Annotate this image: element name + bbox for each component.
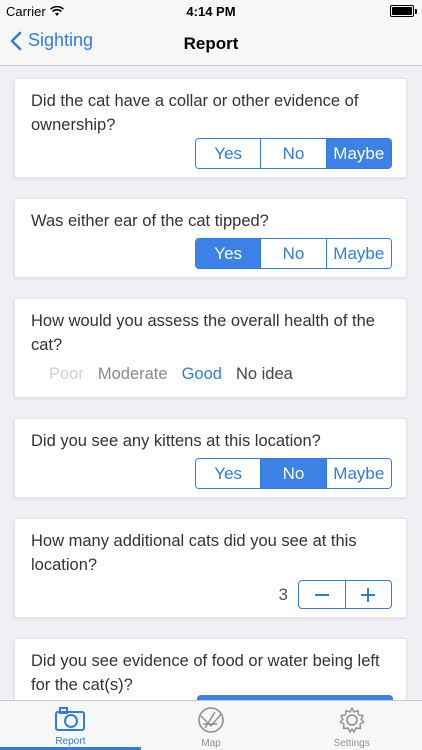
tab-label: Report (55, 736, 86, 747)
tab-settings[interactable]: Settings (281, 701, 422, 750)
segment-no[interactable]: No (261, 459, 327, 488)
camera-icon (55, 707, 86, 731)
segment-maybe[interactable]: Maybe (326, 459, 391, 488)
gear-icon (338, 707, 365, 733)
map-icon (198, 707, 224, 733)
tab-label: Map (201, 738, 221, 749)
tab-map[interactable]: Map (141, 701, 282, 750)
question-card-kittens: Did you see any kittens at this location… (14, 418, 407, 498)
segment-no[interactable]: No (261, 139, 327, 168)
collar-segmented-control[interactable]: Yes No Maybe (195, 138, 392, 169)
navigation-bar: Sighting Report (0, 22, 422, 66)
question-text: How many additional cats did you see at … (31, 532, 357, 574)
segment-maybe[interactable]: Maybe (326, 239, 391, 268)
report-form[interactable]: Did the cat have a collar or other evide… (0, 66, 422, 700)
question-card-additional-cats: How many additional cats did you see at … (14, 518, 407, 618)
decrement-button[interactable] (299, 581, 346, 608)
segment-no[interactable]: No (261, 239, 327, 268)
question-card-collar: Did the cat have a collar or other evide… (14, 78, 407, 178)
question-card-ear-tipped: Was either ear of the cat tipped? Yes No… (14, 198, 407, 278)
question-card-health: How would you assess the overall health … (14, 298, 407, 398)
increment-button[interactable] (346, 581, 392, 608)
additional-cats-stepper[interactable] (298, 580, 392, 609)
health-rating-selector[interactable]: Poor Moderate Good No idea (49, 365, 293, 384)
plus-icon (361, 587, 376, 602)
page-title: Report (183, 34, 239, 53)
question-text: How would you assess the overall health … (31, 312, 375, 354)
health-option-no-idea[interactable]: No idea (236, 365, 293, 384)
segment-yes[interactable]: Yes (196, 139, 262, 168)
health-option-good[interactable]: Good (182, 365, 222, 384)
segment-maybe[interactable]: Maybe (326, 139, 391, 168)
question-text: Was either ear of the cat tipped? (31, 212, 269, 230)
additional-cats-count: 3 (278, 584, 288, 604)
kittens-segmented-control[interactable]: Yes No Maybe (195, 458, 392, 489)
tab-bar: Report Map Settings (0, 700, 422, 750)
segment-yes[interactable]: Yes (196, 239, 262, 268)
status-time: 4:14 PM (186, 4, 236, 19)
question-text: Did the cat have a collar or other evide… (31, 92, 359, 134)
minus-icon (314, 593, 329, 596)
health-option-moderate[interactable]: Moderate (98, 365, 168, 384)
tab-label: Settings (333, 738, 370, 749)
question-text: Did you see any kittens at this location… (31, 432, 321, 450)
health-option-poor[interactable]: Poor (49, 365, 84, 384)
status-bar: Carrier 4:14 PM (0, 0, 422, 22)
additional-cats-stepper-row: 3 (279, 580, 392, 609)
tab-report[interactable]: Report (0, 701, 141, 750)
segment-yes[interactable]: Yes (196, 459, 262, 488)
question-text: Did you see evidence of food or water be… (31, 652, 380, 694)
battery-icon (390, 5, 417, 17)
question-card-food-water: Did you see evidence of food or water be… (14, 638, 407, 700)
ear-tipped-segmented-control[interactable]: Yes No Maybe (195, 238, 392, 269)
